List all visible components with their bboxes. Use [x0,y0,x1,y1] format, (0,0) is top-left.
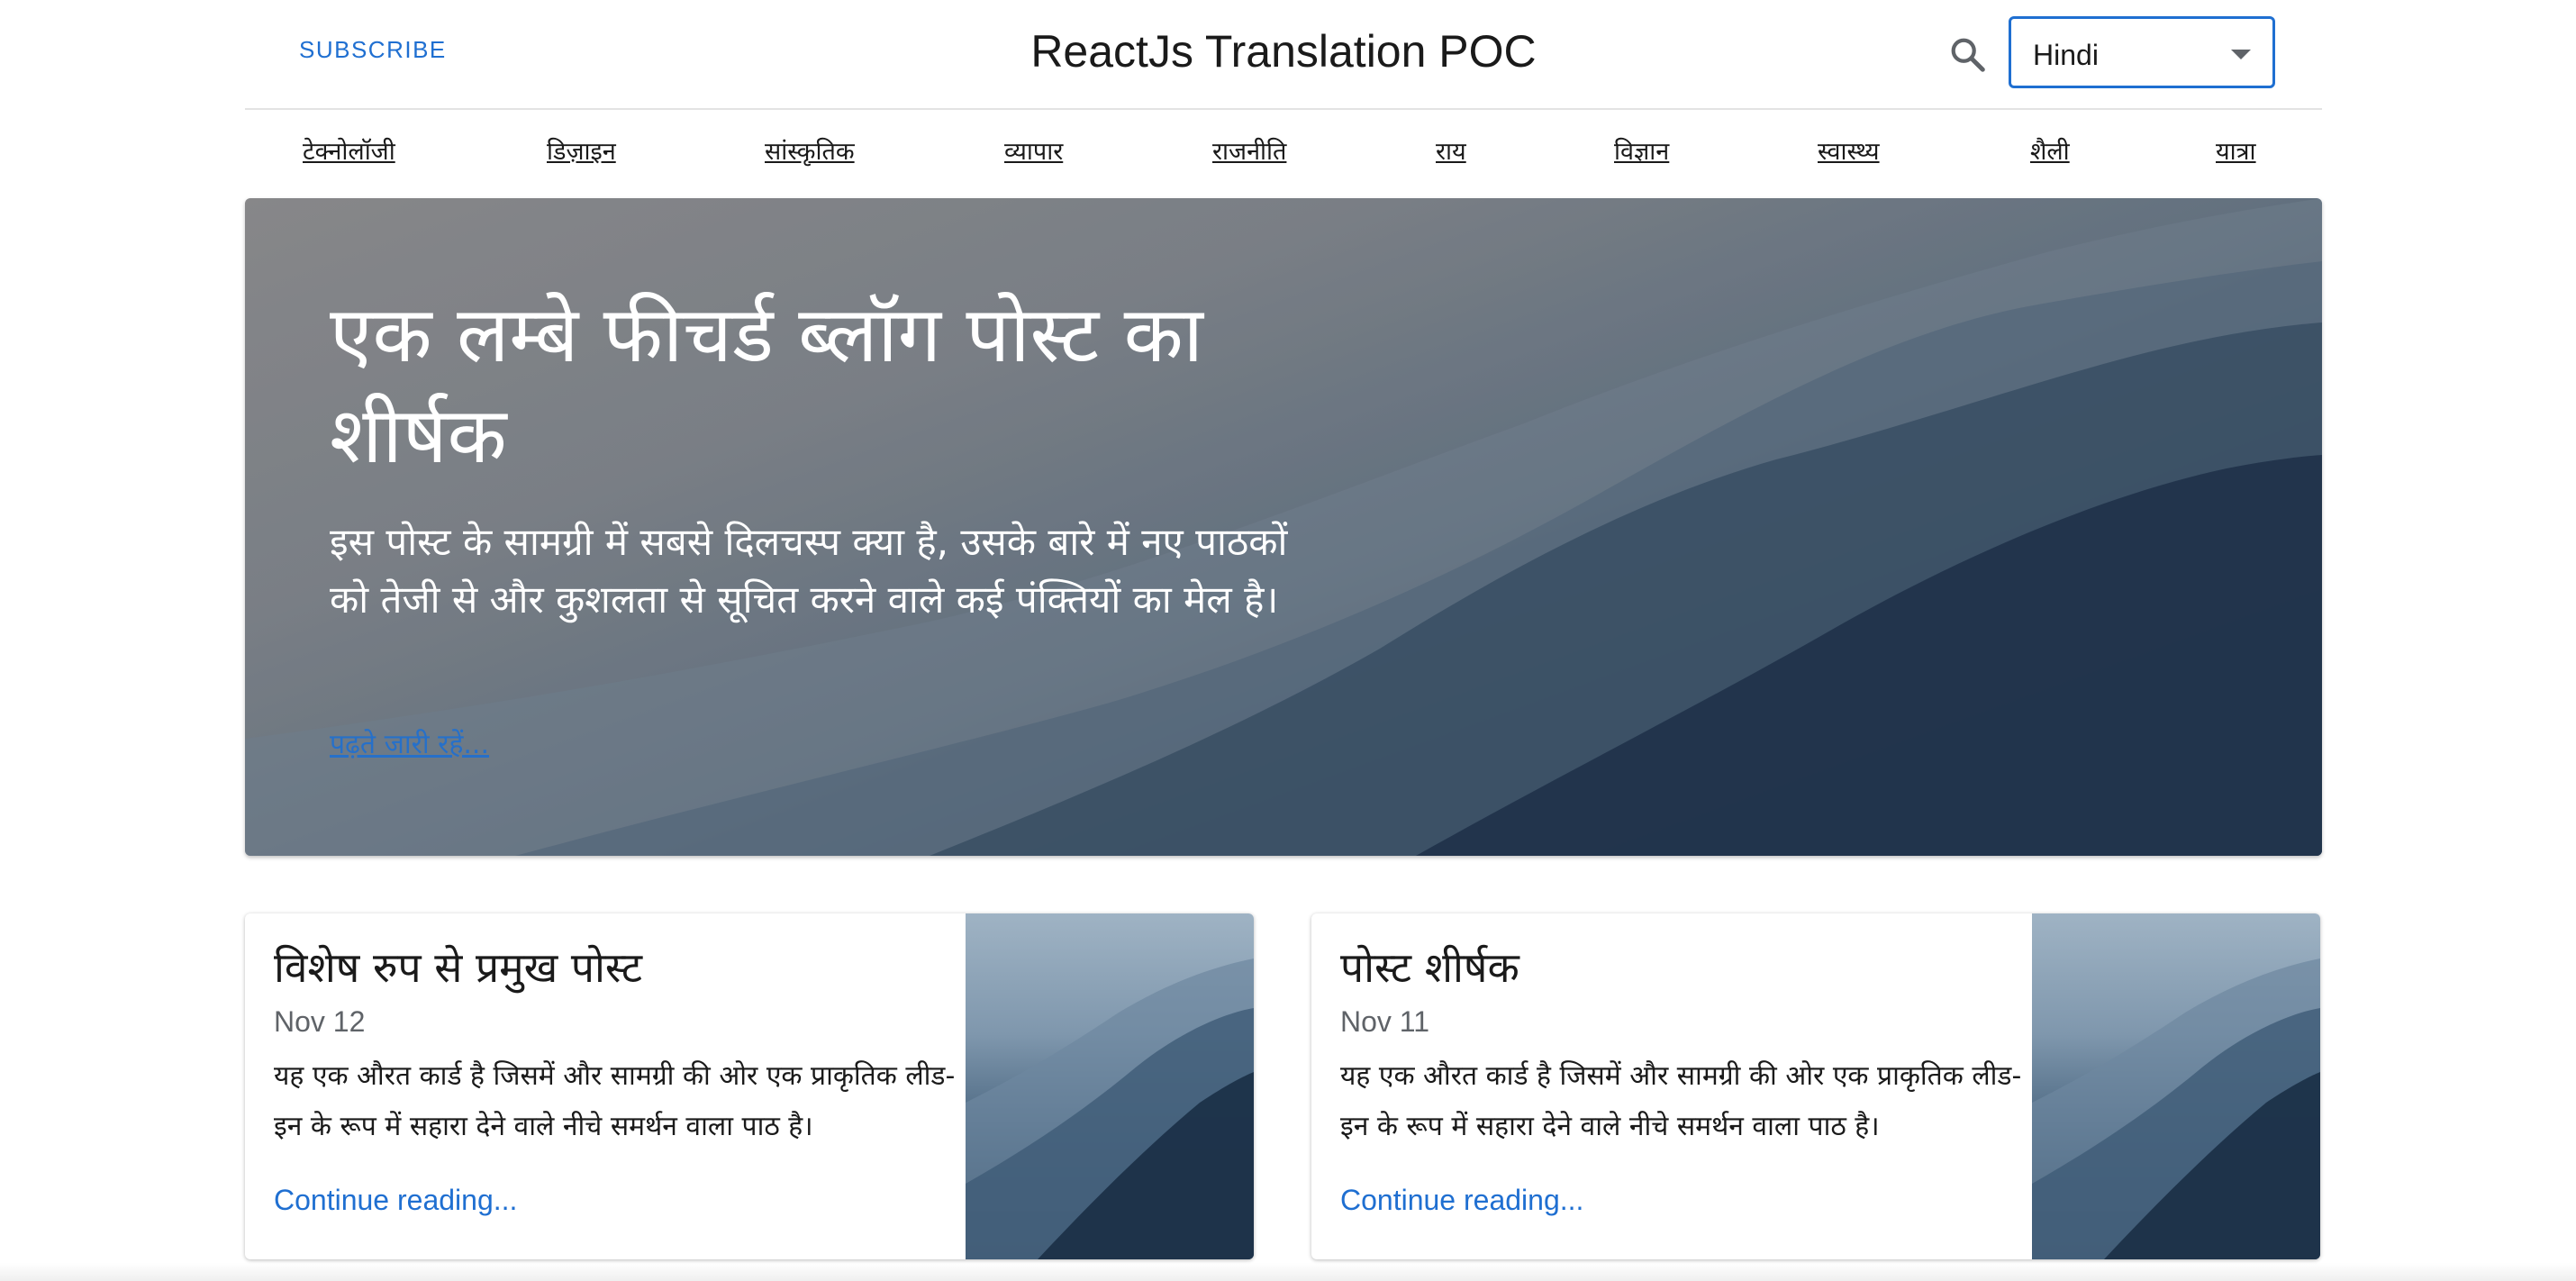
post-card-image [966,913,1254,1259]
post-card-date: Nov 11 [1340,1005,1430,1038]
nav-item-design[interactable]: डिज़ाइन [547,133,616,167]
main-container: SUBSCRIBE ReactJs Translation POC Hindi … [245,0,2322,1259]
nav-item-style[interactable]: शैली [2030,133,2070,167]
bottom-edge [0,1263,2576,1281]
language-select[interactable]: Hindi [2009,16,2275,88]
post-card-date: Nov 12 [274,1005,366,1038]
header: SUBSCRIBE ReactJs Translation POC Hindi [245,0,2322,110]
post-card-title: विशेष रुप से प्रमुख पोस्ट [274,943,643,992]
post-card-text: यह एक औरत कार्ड है जिसमें और सामग्री की … [1340,1060,2022,1142]
post-card-body: पोस्ट शीर्षक Nov 11 यह एक औरत कार्ड है ज… [1340,939,2025,1152]
nav-item-culture[interactable]: सांस्कृतिक [765,133,855,167]
nav-item-travel[interactable]: यात्रा [2216,133,2256,167]
hero-continue-link[interactable]: पढ़ते जारी रहें... [330,724,489,761]
post-card-text: यह एक औरत कार्ड है जिसमें और सामग्री की … [274,1060,956,1142]
nav-item-health[interactable]: स्वास्थ्य [1818,133,1880,167]
featured-post-hero: एक लम्बे फीचर्ड ब्लॉग पोस्ट का शीर्षक इस… [245,198,2322,856]
post-card[interactable]: विशेष रुप से प्रमुख पोस्ट Nov 12 यह एक औ… [245,913,1254,1259]
page: SUBSCRIBE ReactJs Translation POC Hindi … [0,0,2576,1281]
post-card[interactable]: पोस्ट शीर्षक Nov 11 यह एक औरत कार्ड है ज… [1311,913,2320,1259]
continue-reading-link[interactable]: Continue reading... [274,1184,517,1217]
post-card-title: पोस्ट शीर्षक [1340,943,1519,992]
hero-title: एक लम्बे फीचर्ड ब्लॉग पोस्ट का शीर्षक [330,290,1203,481]
nav-item-opinion[interactable]: राय [1436,133,1466,167]
hero-description: इस पोस्ट के सामग्री में सबसे दिलचस्प क्य… [330,520,1288,622]
nav-item-politics[interactable]: राजनीति [1212,133,1286,167]
continue-reading-link[interactable]: Continue reading... [1340,1184,1583,1217]
nav-item-science[interactable]: विज्ञान [1614,133,1669,167]
language-select-value: Hindi [2033,39,2099,71]
chevron-down-icon [2231,50,2251,59]
category-nav: टेक्नोलॉजी डिज़ाइन सांस्कृतिक व्यापार रा… [245,110,2322,196]
search-icon[interactable] [1947,34,1989,76]
nav-item-technology[interactable]: टेक्नोलॉजी [303,133,395,167]
post-card-body: विशेष रुप से प्रमुख पोस्ट Nov 12 यह एक औ… [274,939,958,1152]
post-card-image [2032,913,2320,1259]
nav-item-business[interactable]: व्यापार [1004,133,1063,167]
